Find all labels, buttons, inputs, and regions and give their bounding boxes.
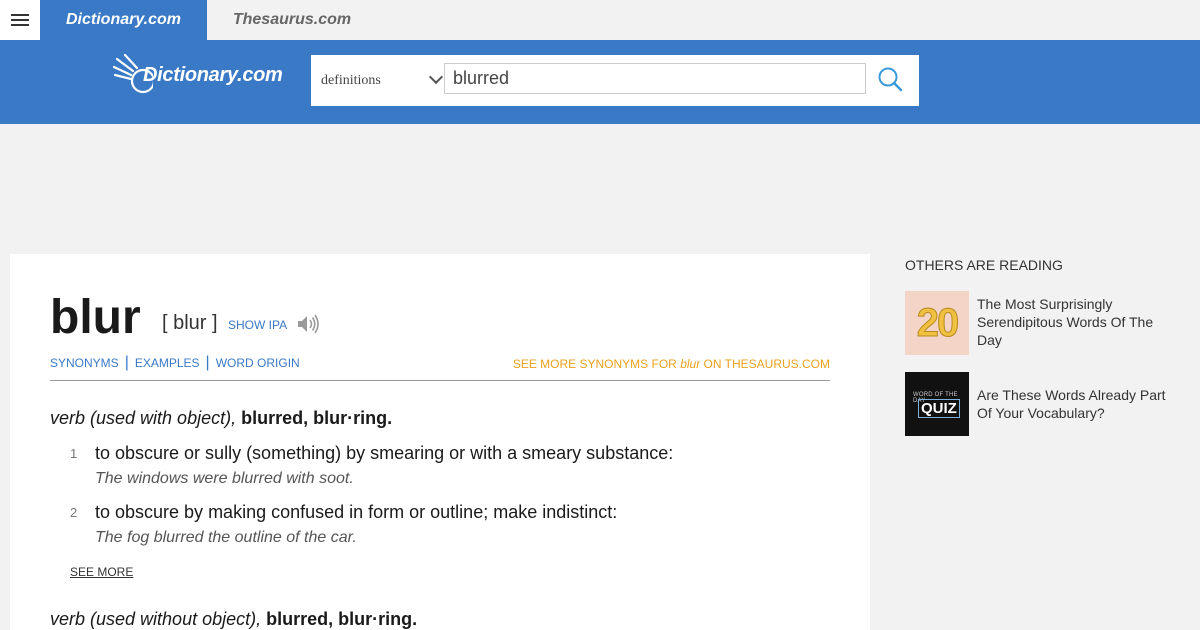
- logo-text: Dictionary.com: [143, 64, 283, 86]
- part-of-speech-line: verb (used with object), blurred, blur·r…: [50, 408, 392, 429]
- definition-text: to obscure by making confused in form or…: [95, 502, 618, 522]
- divider: [50, 380, 830, 381]
- definition-example: The fog blurred the outline of the car.: [95, 529, 357, 546]
- search-type-select[interactable]: definitions: [321, 55, 444, 106]
- part-of-speech-line: verb (used without object), blurred, blu…: [50, 609, 417, 630]
- others-reading-item[interactable]: WORD OF THE DAY QUIZ Are These Words Alr…: [905, 372, 1175, 436]
- subnav-synonyms[interactable]: SYNONYMS: [50, 356, 119, 370]
- others-reading-title: OTHERS ARE READING: [905, 257, 1063, 273]
- others-reading-item[interactable]: 20 The Most Surprisingly Serendipitous W…: [905, 291, 1175, 355]
- article-title: Are These Words Already Part Of Your Voc…: [977, 387, 1166, 421]
- pronunciation: [ blur ]: [162, 312, 218, 334]
- site-header: Dictionary.com definitions blurred: [0, 40, 1200, 124]
- definition-card: blur [ blur ] SHOW IPA SYNONYMS | EXAMPL…: [10, 254, 870, 630]
- chevron-down-icon: [428, 69, 444, 85]
- article-thumbnail: WORD OF THE DAY QUIZ: [905, 372, 969, 436]
- definition-number: 1: [70, 446, 78, 461]
- search-bar: definitions blurred: [311, 55, 919, 106]
- tab-dictionary[interactable]: Dictionary.com: [40, 0, 207, 40]
- tab-thesaurus[interactable]: Thesaurus.com: [207, 0, 377, 40]
- more-synonyms-word: blur: [680, 357, 701, 371]
- search-button[interactable]: [873, 63, 909, 97]
- show-ipa-link[interactable]: SHOW IPA: [228, 318, 287, 332]
- magnifier-icon: [878, 67, 903, 92]
- subnav-divider: |: [205, 354, 210, 371]
- see-more-link[interactable]: SEE MORE: [70, 565, 133, 579]
- inflected-forms: blurred, blur·ring.: [241, 408, 393, 428]
- definition-text: to obscure or sully (something) by smear…: [95, 443, 674, 463]
- more-synonyms-prefix: SEE MORE SYNONYMS FOR: [512, 357, 681, 371]
- search-type-value: definitions: [321, 72, 381, 88]
- part-of-speech: verb (used with object),: [50, 408, 237, 428]
- search-input[interactable]: blurred: [444, 63, 866, 94]
- article-thumbnail: 20: [905, 291, 969, 355]
- article-title: The Most Surprisingly Serendipitous Word…: [977, 296, 1154, 348]
- subnav-divider: |: [124, 354, 129, 371]
- part-of-speech: verb (used without object),: [50, 609, 262, 629]
- top-tab-bar: Dictionary.com Thesaurus.com: [0, 0, 1200, 40]
- subnav-word-origin[interactable]: WORD ORIGIN: [216, 356, 300, 370]
- more-synonyms-suffix: ON THESAURUS.COM: [700, 357, 830, 371]
- subnav-examples[interactable]: EXAMPLES: [135, 356, 200, 370]
- headword: blur: [50, 291, 141, 344]
- definition-number: 2: [70, 505, 78, 520]
- thumbnail-text: 20: [916, 300, 959, 345]
- hamburger-icon: [11, 14, 29, 26]
- menu-button[interactable]: [0, 0, 40, 40]
- definition-example: The windows were blurred with soot.: [95, 470, 354, 487]
- audio-speaker-icon[interactable]: [296, 312, 320, 336]
- more-synonyms-link[interactable]: SEE MORE SYNONYMS FOR blur ON THESAURUS.…: [513, 357, 830, 371]
- thumbnail-text: QUIZ: [918, 399, 960, 418]
- entry-subnav: SYNONYMS | EXAMPLES | WORD ORIGIN: [50, 354, 300, 371]
- site-logo[interactable]: Dictionary.com: [113, 53, 298, 99]
- inflected-forms: blurred, blur·ring.: [266, 609, 418, 629]
